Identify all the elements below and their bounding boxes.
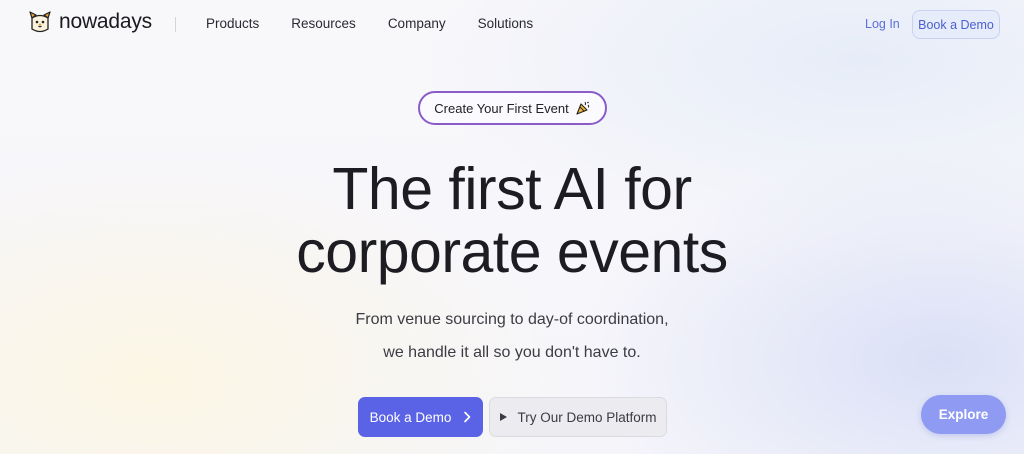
brand-logo[interactable]: nowadays [27, 9, 152, 35]
book-demo-button[interactable]: Book a Demo [358, 397, 483, 437]
headline-line-2: corporate events [296, 219, 728, 285]
nav-divider [175, 17, 176, 32]
dog-logo-icon [29, 11, 51, 33]
play-icon [500, 413, 508, 421]
nav-link-resources[interactable]: Resources [291, 16, 356, 31]
party-popper-icon [576, 101, 589, 115]
headline-line-1: The first AI for [332, 156, 692, 222]
book-demo-label: Book a Demo [369, 409, 452, 425]
nav-link-products[interactable]: Products [206, 16, 259, 31]
hero-headline: The first AI for corporate events [0, 158, 1024, 284]
chevron-right-icon [464, 411, 471, 423]
nav-links: Products Resources Company Solutions [206, 16, 533, 31]
brand-name: nowadays [59, 10, 152, 33]
hero-subtitle-line-1: From venue sourcing to day-of coordinati… [355, 311, 669, 328]
create-event-pill[interactable]: Create Your First Event [418, 91, 607, 125]
try-demo-platform-button[interactable]: Try Our Demo Platform [489, 397, 667, 437]
try-demo-label: Try Our Demo Platform [517, 409, 657, 425]
nav-book-demo-button[interactable]: Book a Demo [912, 10, 1000, 39]
hero-subtitle-line-2: we handle it all so you don't have to. [383, 344, 641, 361]
nav-link-company[interactable]: Company [388, 16, 446, 31]
top-nav: nowadays Products Resources Company Solu… [0, 0, 1024, 50]
login-link[interactable]: Log In [865, 17, 900, 31]
explore-button[interactable]: Explore [921, 395, 1006, 434]
nav-link-solutions[interactable]: Solutions [478, 16, 534, 31]
pill-label: Create Your First Event [434, 100, 569, 116]
